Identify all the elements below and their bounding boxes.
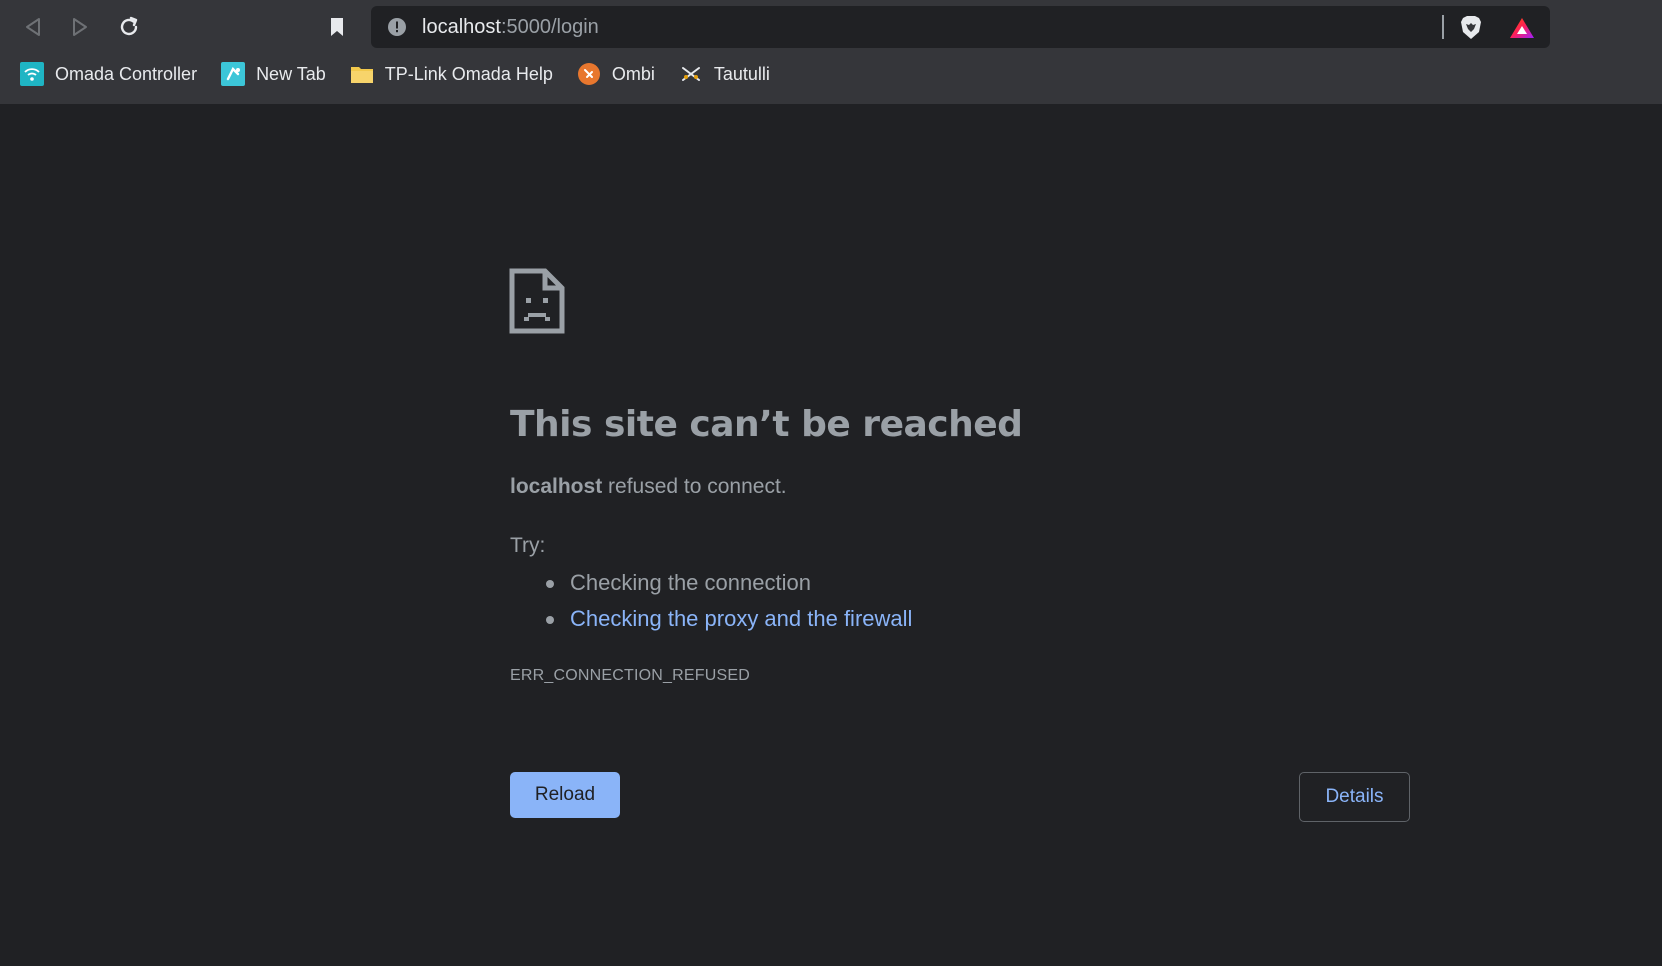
error-host: localhost [510, 475, 603, 498]
bookmarks-bar: Omada Controller New Tab TP-Link Omada H… [0, 56, 1662, 92]
address-bar[interactable]: localhost:5000/login [371, 6, 1550, 48]
sad-document-icon [509, 268, 565, 334]
ombi-icon [577, 62, 601, 86]
url-host: localhost [422, 16, 501, 38]
url-text[interactable]: localhost:5000/login [422, 6, 599, 48]
bookmark-omada-controller[interactable]: Omada Controller [20, 58, 197, 90]
brave-rewards-icon [1510, 18, 1534, 38]
bookmark-page-button[interactable] [320, 10, 354, 44]
folder-icon [350, 62, 374, 86]
proxy-firewall-link[interactable]: Checking the proxy and the firewall [570, 606, 912, 631]
bookmark-ombi[interactable]: Ombi [577, 58, 655, 90]
suggestions-list: Checking the connection Checking the pro… [540, 569, 912, 641]
error-description: localhost refused to connect. [510, 475, 787, 499]
suggestion-proxy-firewall: Checking the proxy and the firewall [540, 605, 912, 641]
info-icon[interactable] [387, 17, 407, 37]
brave-rewards-button[interactable] [1508, 14, 1536, 42]
wifi-icon [20, 62, 44, 86]
forward-button[interactable] [63, 10, 97, 44]
reload-page-button[interactable] [112, 10, 146, 44]
bookmark-icon [331, 18, 343, 36]
brave-lion-icon [1461, 16, 1481, 39]
suggestion-check-connection: Checking the connection [540, 569, 912, 605]
brave-shields-button[interactable] [1457, 14, 1485, 42]
tautulli-icon [679, 62, 703, 86]
bookmark-label: Omada Controller [55, 63, 198, 84]
error-page: This site can’t be reached localhost ref… [0, 104, 1662, 966]
browser-chrome: localhost:5000/login Omada Controller Ne… [0, 0, 1662, 104]
error-message: refused to connect. [602, 475, 787, 498]
details-button[interactable]: Details [1299, 772, 1410, 822]
bookmark-label: TP-Link Omada Help [384, 63, 553, 84]
bookmark-label: New Tab [256, 63, 326, 84]
bookmark-folder-tp-link-omada-help[interactable]: TP-Link Omada Help [350, 58, 553, 90]
browser-toolbar: localhost:5000/login [0, 0, 1662, 54]
bookmark-label: Ombi [611, 63, 655, 84]
omnibox-separator [1442, 15, 1444, 39]
bookmark-label: Tautulli [713, 63, 770, 84]
refresh-icon [120, 16, 138, 36]
try-label: Try: [510, 534, 546, 557]
back-icon [26, 18, 40, 36]
bookmark-tautulli[interactable]: Tautulli [679, 58, 770, 90]
reload-button[interactable]: Reload [510, 772, 620, 818]
bookmark-new-tab[interactable]: New Tab [221, 58, 326, 90]
error-title: This site can’t be reached [510, 404, 1023, 445]
forward-icon [73, 18, 87, 36]
back-button[interactable] [16, 10, 50, 44]
url-path: :5000/login [500, 16, 599, 38]
error-code: ERR_CONNECTION_REFUSED [510, 667, 750, 684]
new-tab-icon [221, 62, 246, 86]
